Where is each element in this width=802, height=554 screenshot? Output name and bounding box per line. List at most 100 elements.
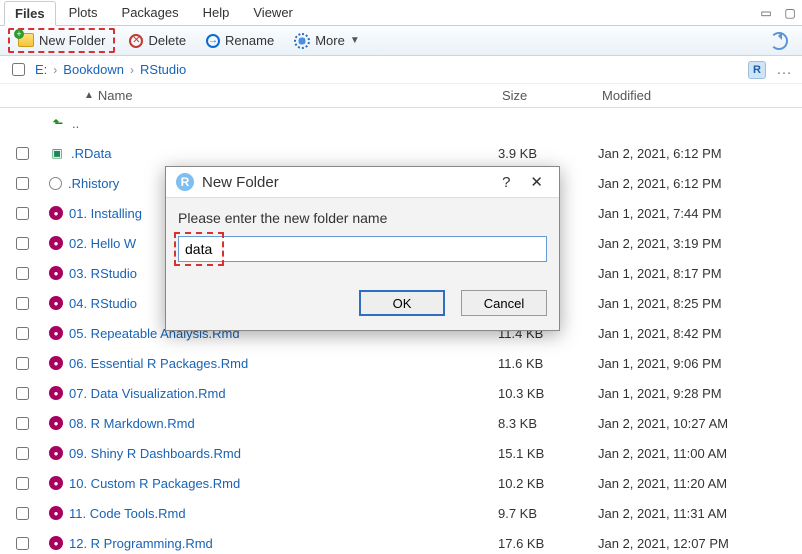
pane-tabs: Files Plots Packages Help Viewer ▭ ▢ — [0, 0, 802, 26]
dialog-titlebar: R New Folder ? ✕ — [166, 167, 559, 198]
row-checkbox[interactable] — [16, 147, 29, 160]
rmd-file-icon: ● — [49, 356, 63, 370]
row-checkbox[interactable] — [16, 477, 29, 490]
tab-files[interactable]: Files — [4, 1, 56, 26]
ok-button[interactable]: OK — [359, 290, 445, 316]
cancel-button[interactable]: Cancel — [461, 290, 547, 316]
more-label: More — [315, 33, 345, 48]
more-menu[interactable]: More ▼ — [288, 31, 366, 51]
breadcrumb: E: › Bookdown › RStudio R … — [0, 56, 802, 84]
row-checkbox[interactable] — [16, 537, 29, 550]
tab-packages[interactable]: Packages — [111, 0, 190, 25]
rmd-file-icon: ● — [49, 506, 63, 520]
chevron-right-icon: › — [53, 63, 57, 77]
tab-help[interactable]: Help — [192, 0, 241, 25]
file-name[interactable]: 08. R Markdown.Rmd — [69, 416, 498, 431]
sort-asc-icon: ▲ — [84, 90, 94, 101]
delete-label: Delete — [148, 33, 186, 48]
delete-button[interactable]: ✕ Delete — [123, 31, 192, 50]
file-name[interactable]: 07. Data Visualization.Rmd — [69, 386, 498, 401]
more-options-icon[interactable]: … — [776, 61, 792, 79]
column-modified[interactable]: Modified — [602, 88, 802, 103]
file-row: ● 10. Custom R Packages.Rmd10.2 KBJan 2, … — [0, 468, 802, 498]
file-name[interactable]: 09. Shiny R Dashboards.Rmd — [69, 446, 498, 461]
rmd-file-icon: ● — [49, 536, 63, 550]
row-checkbox[interactable] — [16, 417, 29, 430]
maximize-pane-icon[interactable]: ▢ — [782, 7, 798, 19]
file-modified: Jan 2, 2021, 3:19 PM — [598, 236, 798, 251]
new-folder-button[interactable]: + New Folder — [12, 31, 111, 50]
file-row: ▣.RData3.9 KBJan 2, 2021, 6:12 PM — [0, 138, 802, 168]
column-size[interactable]: Size — [502, 88, 602, 103]
file-modified: Jan 2, 2021, 12:07 PM — [598, 536, 798, 551]
row-checkbox[interactable] — [16, 237, 29, 250]
dialog-close-button[interactable]: ✕ — [524, 173, 549, 191]
column-name[interactable]: ▲ Name — [48, 88, 502, 103]
files-toolbar: + New Folder ✕ Delete → Rename More ▼ — [0, 26, 802, 56]
file-row: ●06. Essential R Packages.Rmd11.6 KBJan … — [0, 348, 802, 378]
file-column-headers: ▲ Name Size Modified — [0, 84, 802, 108]
file-name[interactable]: 12. R Programming.Rmd — [69, 536, 498, 551]
file-modified: Jan 1, 2021, 8:42 PM — [598, 326, 798, 341]
chevron-right-icon: › — [130, 63, 134, 77]
file-name[interactable]: 06. Essential R Packages.Rmd — [69, 356, 498, 371]
parent-dir-row[interactable]: ⬑ .. — [0, 108, 802, 138]
file-name[interactable]: .RData — [71, 146, 498, 161]
row-checkbox[interactable] — [16, 387, 29, 400]
folder-plus-icon: + — [18, 33, 34, 47]
file-modified: Jan 2, 2021, 6:12 PM — [598, 176, 798, 191]
annotation-highlight: + New Folder — [8, 28, 115, 54]
up-arrow-icon: ⬑ — [50, 115, 66, 131]
rmd-file-icon: ● — [49, 296, 63, 310]
file-name[interactable]: 10. Custom R Packages.Rmd — [69, 476, 498, 491]
tab-viewer[interactable]: Viewer — [242, 0, 304, 25]
rmd-file-icon: ● — [49, 206, 63, 220]
file-name[interactable]: 11. Code Tools.Rmd — [69, 506, 498, 521]
breadcrumb-part-1[interactable]: RStudio — [140, 62, 186, 77]
folder-name-input[interactable] — [178, 236, 547, 262]
rhistory-file-icon — [49, 177, 62, 190]
dialog-help-button[interactable]: ? — [496, 174, 516, 191]
row-checkbox[interactable] — [16, 297, 29, 310]
delete-icon: ✕ — [129, 34, 143, 48]
file-size: 9.7 KB — [498, 506, 598, 521]
tab-plots[interactable]: Plots — [58, 0, 109, 25]
file-modified: Jan 1, 2021, 9:06 PM — [598, 356, 798, 371]
file-row: ● 12. R Programming.Rmd17.6 KBJan 2, 2021… — [0, 528, 802, 554]
file-size: 8.3 KB — [498, 416, 598, 431]
file-size: 10.3 KB — [498, 386, 598, 401]
row-checkbox[interactable] — [16, 267, 29, 280]
dialog-title: New Folder — [202, 174, 279, 191]
rmd-file-icon: ● — [49, 476, 63, 490]
chevron-down-icon: ▼ — [350, 35, 360, 46]
select-all-checkbox[interactable] — [12, 63, 25, 76]
file-modified: Jan 1, 2021, 7:44 PM — [598, 206, 798, 221]
row-checkbox[interactable] — [16, 207, 29, 220]
rmd-file-icon: ● — [49, 326, 63, 340]
row-checkbox[interactable] — [16, 357, 29, 370]
file-modified: Jan 1, 2021, 8:25 PM — [598, 296, 798, 311]
rename-button[interactable]: → Rename — [200, 31, 280, 50]
row-checkbox[interactable] — [16, 177, 29, 190]
breadcrumb-root[interactable]: E: — [35, 62, 47, 77]
minimize-pane-icon[interactable]: ▭ — [758, 7, 774, 19]
breadcrumb-part-0[interactable]: Bookdown — [63, 62, 124, 77]
row-checkbox[interactable] — [16, 447, 29, 460]
row-checkbox[interactable] — [16, 507, 29, 520]
file-row: ●11. Code Tools.Rmd9.7 KBJan 2, 2021, 11… — [0, 498, 802, 528]
row-checkbox[interactable] — [16, 327, 29, 340]
rmd-file-icon: ● — [49, 266, 63, 280]
file-modified: Jan 1, 2021, 8:17 PM — [598, 266, 798, 281]
file-row: ●09. Shiny R Dashboards.Rmd15.1 KBJan 2,… — [0, 438, 802, 468]
file-modified: Jan 2, 2021, 11:20 AM — [598, 476, 798, 491]
file-size: 10.2 KB — [498, 476, 598, 491]
file-modified: Jan 2, 2021, 11:00 AM — [598, 446, 798, 461]
file-modified: Jan 1, 2021, 9:28 PM — [598, 386, 798, 401]
new-folder-label: New Folder — [39, 33, 105, 48]
rmd-file-icon: ● — [49, 446, 63, 460]
rmd-file-icon: ● — [49, 386, 63, 400]
file-size: 17.6 KB — [498, 536, 598, 551]
refresh-button[interactable] — [764, 30, 794, 52]
r-project-icon[interactable]: R — [748, 61, 766, 79]
rdata-file-icon: ▣ — [49, 145, 65, 161]
